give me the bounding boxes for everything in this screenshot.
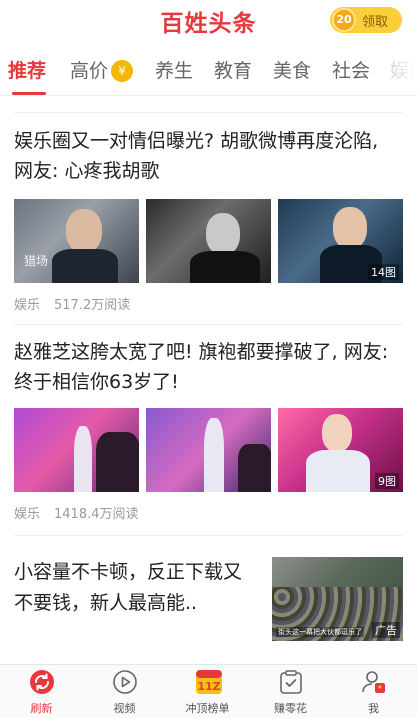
news-meta: 娱乐 517.2万阅读: [14, 294, 130, 313]
svg-text:11Z: 11Z: [197, 680, 220, 693]
news-title: 娱乐圈又一对情侣曝光? 胡歌微博再度沦陷, 网友: 心疼我胡歌: [14, 130, 379, 182]
news-image: [146, 408, 271, 492]
news-image: 猎场: [14, 199, 139, 283]
app-header: 百姓头条 20 领取: [0, 0, 417, 40]
rank-icon: 11Z: [195, 669, 222, 695]
news-image: 14图: [278, 199, 403, 283]
divider: [14, 535, 403, 536]
news-item[interactable]: 赵雅芝这胯太宽了吧! 旗袍都要撑破了, 网友: 终于相信你63岁了! 9图 娱乐…: [14, 337, 403, 527]
active-tab-indicator: [12, 92, 46, 95]
ad-image-caption: 街头这一幕把大伙都逗乐了: [276, 627, 364, 637]
user-icon: [361, 669, 387, 695]
nav-label: 我: [368, 702, 379, 715]
task-icon: [278, 669, 304, 695]
tab-high-price[interactable]: 高价 ¥: [70, 56, 134, 83]
category-tabs: 推荐 高价¥ 养生 教育 美食 社会 娱乐: [0, 44, 417, 96]
news-title: 赵雅芝这胯太宽了吧! 旗袍都要撑破了, 网友: 终于相信你63岁了!: [14, 341, 389, 393]
tabs-fade-overlay: [377, 44, 417, 94]
tab-health[interactable]: 养生: [155, 56, 193, 83]
news-meta: 娱乐 1418.4万阅读: [14, 503, 139, 522]
coin-claim-button[interactable]: 20 领取: [330, 7, 402, 33]
news-reads: 517.2万阅读: [54, 298, 131, 313]
news-thumbnails: 猎场 14图: [14, 199, 403, 283]
ad-title: 小容量不卡顿，反正下载又不要钱，新人最高能..: [14, 561, 243, 614]
bottom-navigation: 刷新 视频 11Z 冲顶榜单 赚零花 我: [0, 664, 417, 718]
nav-label: 冲顶榜单: [185, 702, 230, 715]
nav-label: 刷新: [30, 702, 53, 715]
nav-label: 视频: [113, 702, 136, 715]
coin-icon: 20: [332, 8, 356, 32]
news-image: [14, 408, 139, 492]
nav-video[interactable]: 视频: [83, 669, 166, 718]
nav-label: 赚零花: [274, 702, 307, 715]
ad-label: 广告: [372, 622, 400, 638]
image-count: 14图: [368, 264, 399, 280]
news-category: 娱乐: [14, 298, 41, 313]
show-caption: 猎场: [24, 254, 49, 268]
news-image: [146, 199, 271, 283]
divider: [14, 112, 403, 113]
nav-earn[interactable]: 赚零花: [249, 669, 332, 718]
tab-education[interactable]: 教育: [214, 56, 252, 83]
news-item[interactable]: 娱乐圈又一对情侣曝光? 胡歌微博再度沦陷, 网友: 心疼我胡歌 猎场 14图 娱…: [14, 126, 403, 316]
news-image: 9图: [278, 408, 403, 492]
refresh-icon: [29, 669, 55, 695]
play-icon: [112, 669, 138, 695]
coin-claim-label: 领取: [362, 15, 389, 30]
image-count: 9图: [375, 473, 399, 489]
news-category: 娱乐: [14, 507, 41, 522]
tab-recommend[interactable]: 推荐: [8, 56, 46, 83]
nav-me[interactable]: 我: [332, 669, 415, 718]
ad-item[interactable]: 小容量不卡顿，反正下载又不要钱，新人最高能.. 街头这一幕把大伙都逗乐了 广告: [14, 557, 403, 647]
news-reads: 1418.4万阅读: [54, 507, 139, 522]
news-thumbnails: 9图: [14, 408, 403, 492]
divider: [14, 324, 403, 325]
ad-image: 街头这一幕把大伙都逗乐了 广告: [272, 557, 403, 641]
nav-rank[interactable]: 11Z 冲顶榜单: [166, 669, 249, 718]
nav-refresh[interactable]: 刷新: [0, 669, 83, 718]
yuan-badge-icon: ¥: [111, 60, 134, 82]
tab-food[interactable]: 美食: [273, 56, 311, 83]
tab-society[interactable]: 社会: [332, 56, 370, 83]
